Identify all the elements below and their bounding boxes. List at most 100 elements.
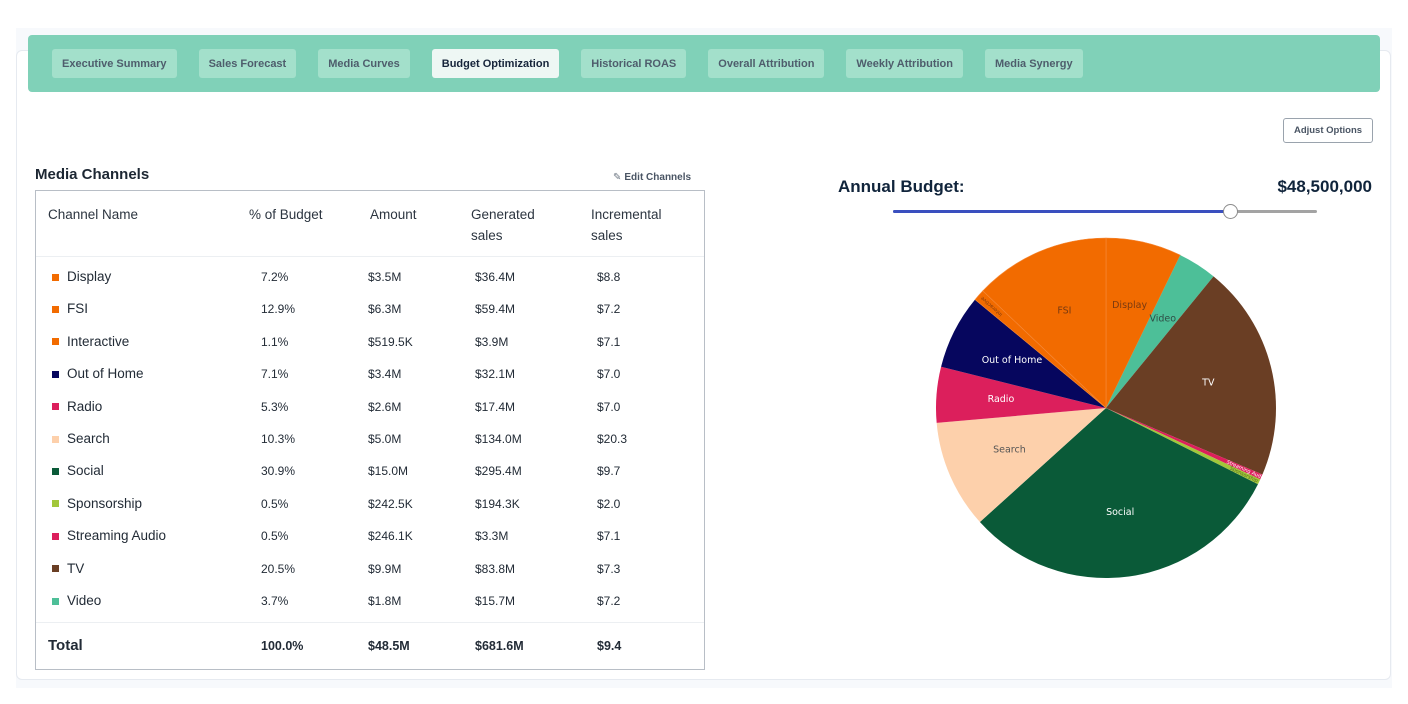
annual-budget-slider[interactable] bbox=[893, 204, 1317, 219]
total-pct: 100.0% bbox=[261, 639, 304, 653]
generated-sales-cell: $32.1M bbox=[475, 367, 516, 382]
pct-of-budget-cell: 7.2% bbox=[261, 270, 289, 284]
channel-name: Out of Home bbox=[52, 358, 144, 390]
generated-sales-cell: $134.0M bbox=[475, 432, 522, 446]
column-header-pct-budget[interactable]: % of Budget bbox=[249, 204, 369, 225]
channel-color-swatch bbox=[52, 467, 59, 475]
table-row: FSI 12.9% $6.3M $59.4M $7.2 bbox=[36, 293, 704, 325]
channel-name-text: Out of Home bbox=[67, 366, 144, 382]
tab-executive-summary[interactable]: Executive Summary bbox=[52, 49, 177, 78]
amount-cell: $9.9M bbox=[368, 561, 402, 576]
channel-name-text: Streaming Audio bbox=[67, 528, 167, 544]
total-generated: $681.6M bbox=[475, 639, 524, 653]
pie-svg: DisplayVideoTVStreaming AudioSponsorship… bbox=[936, 237, 1276, 578]
channel-name: Video bbox=[52, 585, 101, 617]
tab-historical-roas[interactable]: Historical ROAS bbox=[581, 49, 687, 78]
pct-of-budget-cell: 0.5% bbox=[261, 529, 289, 544]
column-header-channel-name[interactable]: Channel Name bbox=[48, 204, 168, 225]
table-row: Display 7.2% $3.5M $36.4M $8.8 bbox=[36, 261, 704, 293]
channel-color-swatch bbox=[52, 565, 59, 573]
tab-overall-attribution[interactable]: Overall Attribution bbox=[708, 49, 825, 78]
pie-label-out-of-home: Out of Home bbox=[982, 355, 1043, 366]
incremental-sales-cell: $7.1 bbox=[597, 334, 621, 349]
amount-cell: $2.6M bbox=[368, 399, 402, 414]
incremental-sales-cell: $7.2 bbox=[597, 302, 621, 317]
table-row: Sponsorship 0.5% $242.5K $194.3K $2.0 bbox=[36, 488, 704, 520]
channel-name: FSI bbox=[52, 293, 88, 325]
channel-name-text: Display bbox=[67, 269, 112, 284]
channel-color-swatch bbox=[52, 500, 59, 508]
channel-name: TV bbox=[52, 553, 84, 585]
media-channels-title: Media Channels bbox=[35, 166, 150, 183]
channel-name: Sponsorship bbox=[52, 488, 142, 520]
incremental-sales-cell: $7.3 bbox=[597, 561, 621, 576]
channel-name-text: Radio bbox=[67, 398, 103, 414]
pie-label-radio: Radio bbox=[988, 394, 1015, 405]
pct-of-budget-cell: 3.7% bbox=[261, 594, 289, 608]
channel-color-swatch bbox=[52, 305, 59, 313]
generated-sales-cell: $59.4M bbox=[475, 302, 516, 317]
incremental-sales-cell: $7.0 bbox=[597, 399, 621, 414]
edit-channels-link[interactable]: ✎ Edit Channels bbox=[613, 172, 691, 183]
channel-color-swatch bbox=[52, 273, 59, 281]
pct-of-budget-cell: 12.9% bbox=[261, 302, 296, 317]
generated-sales-cell: $295.4M bbox=[475, 464, 522, 479]
table-row: TV 20.5% $9.9M $83.8M $7.3 bbox=[36, 553, 704, 585]
tab-budget-optimization[interactable]: Budget Optimization bbox=[431, 49, 560, 78]
table-row: Video 3.7% $1.8M $15.7M $7.2 bbox=[36, 585, 704, 617]
channel-name: Display bbox=[52, 261, 111, 293]
generated-sales-cell: $15.7M bbox=[475, 594, 516, 608]
table-row: Streaming Audio 0.5% $246.1K $3.3M $7.1 bbox=[36, 520, 704, 552]
total-label: Total bbox=[48, 637, 83, 654]
tab-media-synergy[interactable]: Media Synergy bbox=[984, 49, 1083, 78]
incremental-sales-cell: $9.7 bbox=[597, 464, 621, 479]
tab-weekly-attribution[interactable]: Weekly Attribution bbox=[846, 49, 963, 78]
pie-label-search: Search bbox=[993, 445, 1026, 456]
channel-name: Radio bbox=[52, 391, 102, 423]
annual-budget-label: Annual Budget: bbox=[838, 177, 965, 196]
pie-label-video: Video bbox=[1149, 314, 1176, 325]
amount-cell: $246.1K bbox=[368, 529, 413, 544]
pie-label-display: Display bbox=[1112, 300, 1147, 311]
tab-media-curves[interactable]: Media Curves bbox=[318, 49, 410, 78]
adjust-options-button[interactable]: Adjust Options bbox=[1283, 118, 1373, 143]
table-total-row: Total 100.0% $48.5M $681.6M $9.4 bbox=[36, 622, 704, 670]
tab-bar: Executive Summary Sales Forecast Media C… bbox=[28, 35, 1380, 92]
generated-sales-cell: $194.3K bbox=[475, 496, 520, 511]
channel-color-swatch bbox=[52, 370, 59, 378]
channel-name-text: TV bbox=[67, 560, 85, 576]
incremental-sales-cell: $7.0 bbox=[597, 367, 621, 382]
generated-sales-cell: $83.8M bbox=[475, 561, 516, 576]
media-channels-table: Channel Name % of Budget Amount Generate… bbox=[35, 190, 705, 670]
generated-sales-cell: $36.4M bbox=[475, 270, 516, 284]
channel-name: Streaming Audio bbox=[52, 520, 166, 552]
channel-name-text: Search bbox=[67, 431, 110, 446]
amount-cell: $5.0M bbox=[368, 432, 402, 446]
amount-cell: $242.5K bbox=[368, 496, 413, 511]
incremental-sales-cell: $8.8 bbox=[597, 270, 621, 284]
table-row: Out of Home 7.1% $3.4M $32.1M $7.0 bbox=[36, 358, 704, 390]
channel-name-text: Sponsorship bbox=[67, 495, 143, 511]
column-header-incremental-sales[interactable]: Incremental sales bbox=[591, 204, 711, 246]
channel-name: Search bbox=[52, 423, 110, 455]
total-incremental: $9.4 bbox=[597, 639, 622, 653]
slider-thumb[interactable] bbox=[1223, 204, 1239, 219]
amount-cell: $6.3M bbox=[368, 302, 402, 317]
pct-of-budget-cell: 30.9% bbox=[261, 464, 296, 479]
edit-icon: ✎ bbox=[613, 172, 622, 183]
channel-color-swatch bbox=[52, 597, 59, 605]
tab-sales-forecast[interactable]: Sales Forecast bbox=[198, 49, 297, 78]
table-row: Radio 5.3% $2.6M $17.4M $7.0 bbox=[36, 391, 704, 423]
pie-label-tv: TV bbox=[1201, 377, 1215, 388]
table-header: Channel Name % of Budget Amount Generate… bbox=[36, 191, 704, 257]
pct-of-budget-cell: 0.5% bbox=[261, 496, 289, 511]
column-header-generated-sales[interactable]: Generated sales bbox=[471, 204, 591, 246]
budget-pie-chart: Display Video TV Streaming Audio Sponsorship… bbox=[930, 232, 1282, 584]
channel-name: Interactive bbox=[52, 326, 129, 358]
pct-of-budget-cell: 10.3% bbox=[261, 432, 296, 446]
channel-color-swatch bbox=[52, 338, 59, 346]
total-amount: $48.5M bbox=[368, 639, 410, 653]
channel-name-text: Social bbox=[67, 463, 104, 479]
table-row: Social 30.9% $15.0M $295.4M $9.7 bbox=[36, 455, 704, 487]
incremental-sales-cell: $7.2 bbox=[597, 594, 621, 608]
